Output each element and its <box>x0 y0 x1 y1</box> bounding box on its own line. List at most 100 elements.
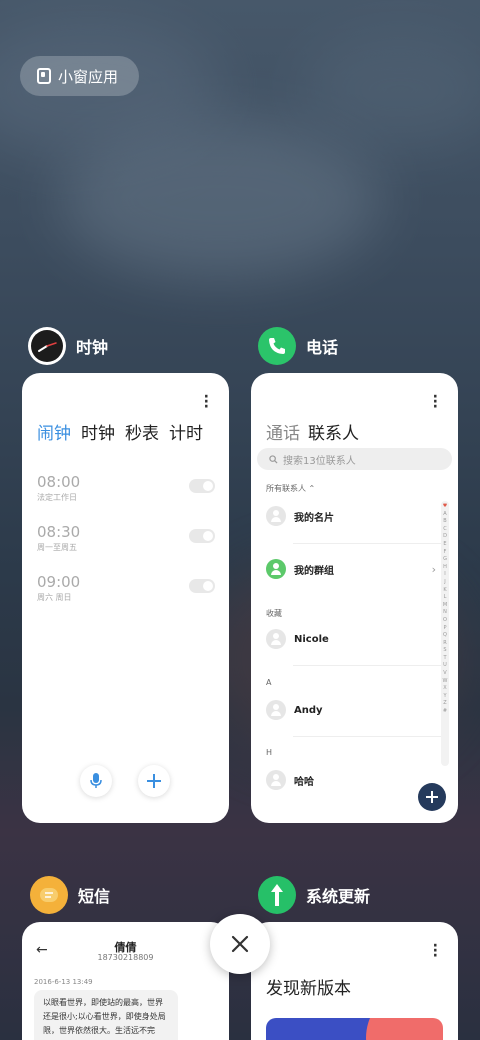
index-letter[interactable]: G <box>441 556 449 564</box>
index-letter[interactable]: Q <box>441 632 449 640</box>
update-heading: 发现新版本 <box>266 979 351 999</box>
section-label: 收藏 <box>266 609 282 618</box>
message-bubble[interactable]: 以眼看世界，即使站的最高，世界还是很小;以心看世界，即使身处局限，世界依然很大。… <box>34 990 178 1040</box>
index-letter[interactable]: Y <box>441 693 449 701</box>
alarm-item[interactable]: 08:30 周一至周五 <box>37 523 215 553</box>
index-letter[interactable]: H <box>441 564 449 572</box>
close-icon <box>231 935 249 953</box>
avatar <box>266 700 286 720</box>
more-options-icon[interactable]: · · · <box>204 390 209 414</box>
contact-item[interactable]: Nicole <box>266 629 436 649</box>
update-app-icon <box>258 876 296 914</box>
alphabet-index-scrollbar[interactable]: ♥ A B C D E F G H I J K L M N O P Q R S T U V W X Y Z # <box>441 501 449 766</box>
chevron-right-icon: › <box>431 562 436 576</box>
index-letter[interactable]: V <box>441 670 449 678</box>
sms-app-header: 短信 <box>30 876 110 914</box>
contact-name: Nicole <box>294 633 329 645</box>
index-letter[interactable]: Z <box>441 700 449 708</box>
floating-window-icon <box>37 68 51 84</box>
index-letter[interactable]: F <box>441 549 449 557</box>
tab-contacts[interactable]: 联系人 <box>308 419 359 444</box>
index-letter[interactable]: S <box>441 647 449 655</box>
my-groups-label: 我的群组 <box>294 565 334 577</box>
alarm-repeat: 周一至周五 <box>37 543 77 552</box>
plus-icon <box>147 774 161 788</box>
index-letter[interactable]: J <box>441 579 449 587</box>
microphone-icon <box>90 773 102 788</box>
clock-app-title: 时钟 <box>76 338 109 357</box>
alarm-time: 08:00 <box>37 473 81 491</box>
my-groups-item[interactable]: 我的群组 › <box>266 559 436 579</box>
tab-timer[interactable]: 计时 <box>169 419 203 444</box>
contact-item[interactable]: 哈哈 <box>266 770 436 790</box>
close-all-button[interactable] <box>210 914 270 974</box>
avatar <box>266 770 286 790</box>
more-options-icon[interactable]: · · · <box>433 939 438 963</box>
voice-alarm-button[interactable] <box>80 765 112 797</box>
plus-icon <box>426 791 438 803</box>
index-letter[interactable]: L <box>441 594 449 602</box>
clock-app-icon <box>28 327 66 365</box>
index-letter[interactable]: X <box>441 685 449 693</box>
index-letter[interactable]: M <box>441 602 449 610</box>
index-letter[interactable]: T <box>441 655 449 663</box>
tab-alarm[interactable]: 闹钟 <box>37 419 71 444</box>
add-alarm-button[interactable] <box>138 765 170 797</box>
update-banner <box>266 1018 443 1040</box>
tab-calls[interactable]: 通话 <box>266 419 300 444</box>
phone-app-card[interactable]: · · · 通话 联系人 搜索13位联系人 所有联系人 ⌃ 我的名片 我的群组 › … <box>251 373 458 823</box>
alarm-time: 09:00 <box>37 573 81 591</box>
update-app-header: 系统更新 <box>258 876 370 914</box>
contact-search-input[interactable]: 搜索13位联系人 <box>257 448 452 470</box>
contact-name: 哈哈 <box>294 776 314 788</box>
more-options-icon[interactable]: · · · <box>433 390 438 414</box>
index-letter[interactable]: B <box>441 518 449 526</box>
section-label: A <box>266 678 272 687</box>
index-letter[interactable]: # <box>441 708 449 716</box>
my-card-item[interactable]: 我的名片 <box>266 506 436 526</box>
divider <box>293 543 441 544</box>
clock-app-header: 时钟 <box>28 327 108 365</box>
alarm-item[interactable]: 08:00 法定工作日 <box>37 473 215 503</box>
index-letter[interactable]: N <box>441 609 449 617</box>
contact-name: Andy <box>294 704 323 716</box>
index-letter[interactable]: K <box>441 587 449 595</box>
floating-window-button[interactable]: 小窗应用 <box>20 56 139 96</box>
index-letter[interactable]: I <box>441 571 449 579</box>
conversation-contact-number: 18730218809 <box>97 953 154 962</box>
add-contact-button[interactable] <box>418 783 446 811</box>
alarm-toggle[interactable] <box>189 529 215 543</box>
groups-icon <box>266 559 286 579</box>
alarm-item[interactable]: 09:00 周六 周日 <box>37 573 215 603</box>
tab-stopwatch[interactable]: 秒表 <box>125 419 159 444</box>
index-letter[interactable]: E <box>441 541 449 549</box>
alarm-toggle[interactable] <box>189 479 215 493</box>
floating-window-label: 小窗应用 <box>58 67 119 86</box>
search-icon <box>269 454 278 464</box>
contact-item[interactable]: Andy <box>266 700 436 720</box>
background-cloud <box>300 30 480 150</box>
alarm-repeat: 周六 周日 <box>37 593 72 602</box>
phone-app-icon <box>258 327 296 365</box>
sms-app-card[interactable]: ← 倩倩 18730218809 2016-6-13 13:49 以眼看世界，即… <box>22 922 229 1040</box>
message-timestamp: 2016-6-13 13:49 <box>34 978 93 986</box>
sms-app-title: 短信 <box>78 887 111 906</box>
alarm-toggle[interactable] <box>189 579 215 593</box>
index-letter[interactable]: R <box>441 640 449 648</box>
index-letter[interactable]: A <box>441 511 449 519</box>
alarm-repeat: 法定工作日 <box>37 493 77 502</box>
update-app-card[interactable]: · · · 发现新版本 <box>251 922 458 1040</box>
index-letter[interactable]: ♥ <box>441 503 449 511</box>
index-letter[interactable]: O <box>441 617 449 625</box>
search-placeholder: 搜索13位联系人 <box>283 455 356 467</box>
update-app-title: 系统更新 <box>306 887 371 906</box>
clock-app-card[interactable]: · · · 闹钟 时钟 秒表 计时 08:00 法定工作日 08:30 周一至周五 … <box>22 373 229 823</box>
index-letter[interactable]: W <box>441 678 449 686</box>
index-letter[interactable]: U <box>441 662 449 670</box>
index-letter[interactable]: D <box>441 533 449 541</box>
index-letter[interactable]: C <box>441 526 449 534</box>
tab-clock[interactable]: 时钟 <box>81 419 115 444</box>
avatar <box>266 629 286 649</box>
contact-filter[interactable]: 所有联系人 ⌃ <box>266 483 315 494</box>
index-letter[interactable]: P <box>441 625 449 633</box>
